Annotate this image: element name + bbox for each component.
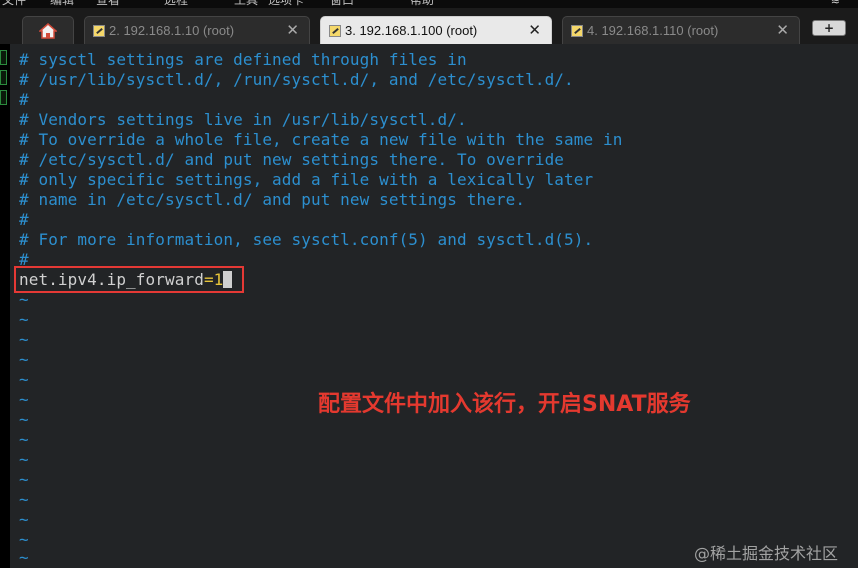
- highlight-box: [14, 266, 244, 293]
- empty-line-marker: ~: [19, 310, 29, 329]
- menu-item-help[interactable]: 帮助: [410, 0, 434, 8]
- empty-line-marker: ~: [19, 410, 29, 429]
- tab-session-3[interactable]: 3. 192.168.1.100 (root) ✕: [320, 16, 552, 44]
- terminal-key-icon: [571, 24, 583, 37]
- gutter-marker-icon: [0, 50, 7, 65]
- close-icon[interactable]: ✕: [776, 21, 789, 39]
- tab-label: 3. 192.168.1.100 (root): [345, 23, 478, 38]
- empty-line-marker: ~: [19, 530, 29, 549]
- close-icon[interactable]: ✕: [286, 21, 299, 39]
- terminal-key-icon: [329, 24, 341, 37]
- comment-line: # For more information, see sysctl.conf(…: [19, 230, 594, 249]
- home-icon: [39, 22, 57, 39]
- comment-line: # Vendors settings live in /usr/lib/sysc…: [19, 110, 467, 129]
- menu-item-window[interactable]: 窗口: [330, 0, 354, 8]
- empty-line-marker: ~: [19, 370, 29, 389]
- tab-label: 4. 192.168.1.110 (root): [587, 23, 719, 38]
- watermark: @稀土掘金技术社区: [693, 544, 838, 563]
- empty-line-marker: ~: [19, 450, 29, 469]
- empty-line-marker: ~: [19, 470, 29, 489]
- gutter-marker-icon: [0, 90, 7, 105]
- window-menu-icon[interactable]: ≋: [831, 0, 840, 7]
- gutter-marker-icon: [0, 70, 7, 85]
- tab-session-4[interactable]: 4. 192.168.1.110 (root) ✕: [562, 16, 800, 44]
- annotation-text: 配置文件中加入该行，开启SNAT服务: [318, 392, 691, 417]
- comment-line: # name in /etc/sysctl.d/ and put new set…: [19, 190, 526, 209]
- menu-item-remote[interactable]: 远程: [164, 0, 188, 8]
- empty-line-marker: ~: [19, 390, 29, 409]
- menu-item-file[interactable]: 文件: [2, 0, 26, 8]
- comment-line: #: [19, 90, 29, 109]
- empty-line-marker: ~: [19, 430, 29, 449]
- empty-line-marker: ~: [19, 490, 29, 509]
- comment-line: # /usr/lib/sysctl.d/, /run/sysctl.d/, an…: [19, 70, 574, 89]
- terminal-key-icon: [93, 24, 105, 37]
- close-icon[interactable]: ✕: [528, 21, 541, 39]
- comment-line: # /etc/sysctl.d/ and put new settings th…: [19, 150, 565, 169]
- menu-item-edit[interactable]: 编辑: [50, 0, 74, 8]
- tab-session-2[interactable]: 2. 192.168.1.10 (root) ✕: [84, 16, 310, 44]
- tab-bar: 2. 192.168.1.10 (root) ✕ 3. 192.168.1.10…: [0, 8, 858, 44]
- menu-item-tools[interactable]: 工具: [234, 0, 258, 8]
- menu-bar: 文件 编辑 查看 远程 工具 选项卡 窗口 帮助 ≋: [0, 0, 858, 8]
- empty-line-marker: ~: [19, 548, 29, 567]
- left-gutter: [0, 44, 10, 568]
- add-tab-button[interactable]: +: [812, 20, 846, 36]
- menu-item-view[interactable]: 查看: [96, 0, 120, 8]
- terminal-screen[interactable]: # sysctl settings are defined through fi…: [10, 44, 858, 568]
- empty-line-marker: ~: [19, 510, 29, 529]
- home-tab[interactable]: [22, 16, 74, 44]
- comment-line: # sysctl settings are defined through fi…: [19, 50, 467, 69]
- empty-line-marker: ~: [19, 290, 29, 309]
- menu-item-tab[interactable]: 选项卡: [268, 0, 304, 8]
- empty-line-marker: ~: [19, 330, 29, 349]
- tab-label: 2. 192.168.1.10 (root): [109, 23, 235, 38]
- comment-line: #: [19, 210, 29, 229]
- empty-line-marker: ~: [19, 350, 29, 369]
- comment-line: # To override a whole file, create a new…: [19, 130, 623, 149]
- comment-line: # only specific settings, add a file wit…: [19, 170, 594, 189]
